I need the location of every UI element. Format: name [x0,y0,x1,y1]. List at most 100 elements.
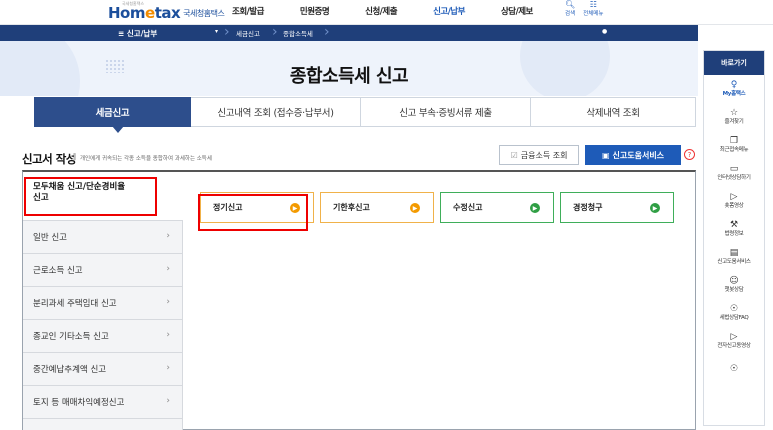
filing-help-label: 신고도움서비스 [612,150,665,160]
nav-item-inquiry[interactable]: 조회/발급 [232,5,264,17]
star-icon: ☆ [729,108,739,118]
quick-link-label: 신고도움서비스 [717,259,751,265]
menu-item-general[interactable]: 일반 신고 › [23,221,182,254]
util-menu: 🔍︎ 검색 ☷ 전체메뉴 [565,0,611,18]
menu-item-land-sale[interactable]: 토지 등 매매차익예정신고 › [23,386,182,419]
quick-link-label: 챗봇상담 [724,287,744,293]
gavel-icon: ⚒ [729,220,739,230]
quick-link-online-consult[interactable]: ▭ 인터넷상담하기 [704,159,764,187]
card-late-filing[interactable]: 기한후신고 ▶ [320,192,434,223]
quick-links-bar: 바로가기 ♀ My홈택스 ☆ 즐겨찾기 ❐ 최근접속메뉴 ▭ 인터넷상담하기 ▷… [703,50,765,426]
chevron-right-icon: › [166,264,170,274]
all-menu-button[interactable]: ☷ 전체메뉴 [583,0,603,18]
highlight-box [198,194,308,231]
menu-item-rental-income[interactable]: 분리과세 주택임대 신고 › [23,287,182,320]
quick-link-label: My홈택스 [722,91,746,97]
arrow-circle-icon: ▶ [530,203,540,213]
page-hero: 종합소득세 신고 [0,41,698,96]
filing-type-menu: 모두채움 신고/단순경비율 신고 일반 신고 › 근로소득 신고 › 분리과세 주택… [23,172,183,430]
menu-item-religious-income[interactable]: 종교인 기타소득 신고 › [23,320,182,353]
chevron-right-icon: › [166,363,170,373]
breadcrumb-menu-title[interactable]: ≡ 신고/납부 [118,28,157,39]
help-icon[interactable]: ? [684,149,695,160]
quick-link-label: 최근접속메뉴 [719,147,749,153]
chevron-right-icon: › [166,297,170,307]
quick-link-favorites[interactable]: ☆ 즐겨찾기 [704,103,764,131]
arrow-circle-icon: ▶ [650,203,660,213]
tab-bar: 세금신고 신고내역 조회 (접수증·납부서) 신고 부속·증빙서류 제출 삭제내… [34,97,696,133]
chevron-down-icon[interactable]: ● [602,28,607,35]
quick-link-label: 숏폼영상 [724,203,744,209]
divider [74,153,75,161]
card-label: 기한후신고 [333,203,370,212]
tab-tax-filing[interactable]: 세금신고 [34,97,191,133]
menu-item-label: 토지 등 매매차익예정신고 [33,398,125,408]
breadcrumb-item-tax-filing[interactable]: 세금신고 [236,28,260,38]
nav-item-consult[interactable]: 상담/제보 [501,5,533,17]
play-icon: ▷ [730,332,738,342]
menu-item-label: 종교인 기타소득 신고 [33,332,109,342]
quick-link-short-video[interactable]: ▷ 숏폼영상 [704,187,764,215]
all-menu-label: 전체메뉴 [583,11,604,17]
filing-panel: 모두채움 신고/단순경비율 신고 일반 신고 › 근로소득 신고 › 분리과세 주택… [22,170,696,430]
breadcrumb-separator-icon: › [324,24,330,40]
quick-link-label: 법령정보 [724,231,744,237]
arrow-circle-icon: ▶ [410,203,420,213]
financial-income-inquiry-button[interactable]: ☑ 금융소득 조회 [499,145,579,165]
nav-item-application[interactable]: 신청/제출 [365,5,397,17]
quick-link-chatbot[interactable]: ☺ 챗봇상담 [704,271,764,299]
section-title: 신고서 작성 [22,152,76,166]
global-nav: 조회/발급 민원증명 신청/제출 신고/납부 상담/제보 [232,5,569,17]
nav-item-filing[interactable]: 신고/납부 [433,5,465,17]
breadcrumb-separator-icon: › [224,24,230,40]
nav-item-certificate[interactable]: 민원증명 [300,5,330,17]
tab-filing-history[interactable]: 신고내역 조회 (접수증·납부서) [191,97,361,127]
chevron-right-icon: › [166,396,170,406]
chevron-down-icon[interactable]: ▾ [215,28,218,35]
video-icon: ▷ [730,192,738,202]
quick-link-recent-menu[interactable]: ❐ 최근접속메뉴 [704,131,764,159]
highlight-box [24,177,157,216]
quick-link-label: 세법상담FAQ [719,315,749,321]
financial-income-inquiry-label: 금융소득 조회 [520,150,568,160]
card-label: 경정청구 [573,203,603,212]
user-icon: ♀ [730,80,738,90]
tab-attach-documents[interactable]: 신고 부속·증빙서류 제출 [361,97,531,127]
recent-menu-icon: ❐ [729,136,739,146]
tab-deleted-history[interactable]: 삭제내역 조회 [531,97,696,127]
quick-link-label: 전자신고동영상 [717,343,751,349]
menu-item-earned-income[interactable]: 근로소득 신고 › [23,254,182,287]
card-amended-filing[interactable]: 수정신고 ▶ [440,192,554,223]
chatbot-icon: ☺ [729,276,739,286]
breadcrumb: ≡ 신고/납부 ▾ › 세금신고 › 종합소득세 › ● [0,25,698,41]
quick-link-more[interactable]: ☉ [704,355,764,383]
menu-item-label: 중간예납추계액 신고 [33,365,107,375]
quick-link-label: 인터넷상담하기 [717,175,751,181]
quick-link-faq[interactable]: ☉ 세법상담FAQ [704,299,764,327]
quick-link-my-hometax[interactable]: ♀ My홈택스 [704,75,764,103]
menu-item-interim-prepayment[interactable]: 중간예납추계액 신고 › [23,353,182,386]
chevron-right-icon: › [166,330,170,340]
menu-item-label: 근로소득 신고 [33,266,83,276]
quick-link-e-filing-video[interactable]: ▷ 전자신고동영상 [704,327,764,355]
menu-item-label: 일반 신고 [33,233,67,243]
chevron-right-icon: › [166,231,170,241]
page-title: 종합소득세 신고 [289,66,409,87]
card-refund-claim[interactable]: 경정청구 ▶ [560,192,674,223]
filing-help-button[interactable]: ▣ 신고도움서비스 [585,145,681,165]
quick-link-filing-help[interactable]: ▤ 신고도움서비스 [704,243,764,271]
quick-link-law-info[interactable]: ⚒ 법령정보 [704,215,764,243]
hometax-logo[interactable]: 국세청홈택스 Hometax 국세청홈택스 [108,1,225,22]
search-button[interactable]: 🔍︎ 검색 [565,0,575,18]
menu-item-label: 분리과세 주택임대 신고 [33,299,117,309]
breadcrumb-item-income-tax[interactable]: 종합소득세 [283,28,313,38]
search-label: 검색 [565,11,576,17]
faq-icon: ☉ [729,304,739,314]
top-header: 국세청홈택스 Hometax 국세청홈택스 조회/발급 민원증명 신청/제출 신… [0,0,773,25]
search-icon: 🔍︎ [565,0,576,9]
book-icon: ▤ [729,248,739,258]
logo-nts-text: 국세청홈택스 [183,9,225,18]
logo-small-text: 국세청홈택스 [122,1,145,6]
document-icon: ☑ [510,150,518,160]
more-icon: ☉ [729,364,739,374]
